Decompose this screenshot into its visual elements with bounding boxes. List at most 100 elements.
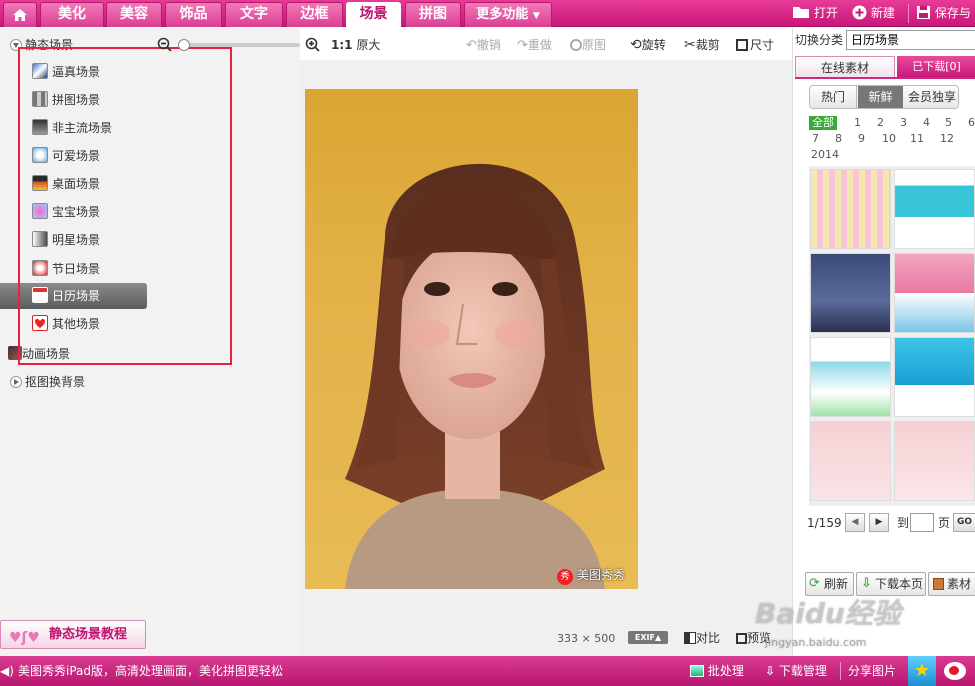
plus-circle-icon	[852, 5, 867, 20]
tab-decoration[interactable]: 饰品	[165, 2, 222, 27]
original-image-button[interactable]: 原图	[570, 37, 606, 53]
tab-collage[interactable]: 拼图	[405, 2, 461, 27]
zoom-slider-handle[interactable]	[178, 39, 190, 51]
filter-month[interactable]: 11	[910, 132, 924, 146]
original-size-button[interactable]: 1:1 原大	[331, 37, 380, 53]
image-dimensions: 333 × 500	[557, 632, 616, 645]
zoom-in-icon	[305, 37, 320, 52]
zoom-in-button[interactable]	[305, 37, 321, 57]
caret-down-icon: ▼	[532, 11, 540, 21]
share-image-button[interactable]: 分享图片	[848, 656, 896, 686]
prev-page-button[interactable]: ◀	[845, 513, 865, 532]
ratio-label: 1:1	[331, 38, 353, 52]
save-button[interactable]: 保存与	[916, 0, 975, 27]
matting-background-label: 抠图换背景	[25, 375, 86, 389]
filter-month[interactable]: 8	[835, 132, 842, 146]
meitu-badge-icon: 秀	[557, 569, 573, 585]
zoom-slider[interactable]	[178, 39, 300, 51]
tab-border[interactable]: 边框	[286, 2, 343, 27]
expand-arrow-icon	[10, 376, 22, 388]
goto-label: 到	[897, 516, 910, 530]
ad-banner-link[interactable]: 美图秀秀iPad版，高清处理画面，美化拼图更轻松	[18, 656, 283, 686]
home-icon	[13, 9, 27, 21]
rotate-icon: ⟲	[630, 37, 642, 53]
resize-button[interactable]: 尺寸	[736, 37, 774, 53]
qzone-star-icon[interactable]: ★	[908, 656, 936, 686]
filter-hot[interactable]: 热门	[810, 86, 857, 108]
download-icon: ⇩	[765, 664, 776, 678]
new-label: 新建	[870, 6, 895, 20]
open-button[interactable]: 打开	[792, 0, 848, 27]
filter-month[interactable]: 5	[945, 116, 952, 130]
site-watermark-url: jingyan.baidu.com	[765, 636, 867, 649]
filter-month[interactable]: 2	[877, 116, 884, 130]
home-tab[interactable]	[3, 2, 37, 27]
static-scene-tutorial-button[interactable]: ♥ʃ♥ 静态场景教程	[0, 620, 146, 649]
save-disk-icon	[917, 6, 930, 19]
portrait-illustration	[345, 163, 605, 589]
zoom-out-button[interactable]	[157, 37, 173, 57]
filter-month[interactable]: 1	[854, 116, 861, 130]
site-watermark-name: Baidu经验	[755, 597, 901, 630]
redo-button[interactable]: ↷重做	[517, 37, 552, 54]
thumbnail[interactable]	[894, 337, 975, 417]
go-button[interactable]: GO	[953, 513, 975, 532]
open-label: 打开	[813, 6, 838, 20]
tab-more-features[interactable]: 更多功能 ▼	[464, 2, 552, 27]
status-bar: ◀) 美图秀秀iPad版，高清处理画面，美化拼图更轻松 批处理 ⇩ 下载管理 分…	[0, 656, 975, 686]
tab-makeup[interactable]: 美容	[106, 2, 162, 27]
filter-member[interactable]: 会员独享	[904, 86, 958, 108]
category-switch-label: 切换分类	[795, 33, 844, 47]
resize-icon	[736, 39, 748, 51]
material-library-button[interactable]: 素材	[928, 572, 975, 596]
crop-button[interactable]: ✂裁剪	[684, 37, 720, 53]
filter-month[interactable]: 4	[923, 116, 930, 130]
thumbnail[interactable]	[810, 253, 891, 333]
filter-month[interactable]: 3	[900, 116, 907, 130]
material-panel: 切换分类 日历场景 在线素材 已下载[0] 热门 新鲜 会员独享 全部 1 2 …	[792, 28, 975, 656]
original-circle-icon	[570, 39, 582, 51]
redo-icon: ↷	[517, 38, 528, 53]
exif-button[interactable]: EXIF▲	[628, 631, 668, 644]
download-manager-button[interactable]: ⇩ 下载管理	[765, 656, 827, 686]
filter-month[interactable]: 7	[812, 132, 819, 146]
filter-new[interactable]: 新鲜	[858, 86, 903, 108]
filter-all[interactable]: 全部	[809, 116, 837, 130]
thumbnail-grid	[809, 166, 975, 506]
tab-beautify[interactable]: 美化	[40, 2, 104, 27]
next-page-button[interactable]: ▶	[869, 513, 889, 532]
thumbnail[interactable]	[810, 337, 891, 417]
undo-button[interactable]: ↶撤销	[466, 37, 501, 54]
filter-year[interactable]: 2014	[811, 148, 839, 162]
portrait-photo[interactable]: 秀 美图秀秀	[305, 89, 638, 589]
divider	[840, 662, 841, 680]
filter-month[interactable]: 12	[940, 132, 954, 146]
rotate-button[interactable]: ⟲旋转	[630, 37, 666, 53]
compare-icon	[684, 632, 696, 644]
tab-online-material[interactable]: 在线素材	[795, 56, 895, 78]
new-button[interactable]: 新建	[852, 0, 908, 27]
batch-process-button[interactable]: 批处理	[690, 656, 744, 686]
thumbnail[interactable]	[894, 253, 975, 333]
page-number-input[interactable]	[910, 513, 934, 532]
zoom-out-icon	[157, 37, 172, 52]
weibo-icon[interactable]	[940, 656, 970, 686]
tutorial-label: 静态场景教程	[49, 627, 128, 642]
batch-icon	[690, 665, 704, 677]
tab-downloaded[interactable]: 已下载[0]	[897, 56, 975, 78]
filter-month[interactable]: 10	[882, 132, 896, 146]
undo-icon: ↶	[466, 38, 477, 53]
category-select[interactable]: 日历场景	[846, 30, 975, 50]
filter-month[interactable]: 6	[968, 116, 975, 130]
page-unit-label: 页	[938, 516, 951, 530]
matting-background-group[interactable]: 抠图换背景	[10, 374, 85, 390]
thumbnail[interactable]	[894, 421, 975, 501]
tab-scene[interactable]: 场景	[346, 2, 401, 27]
filter-month[interactable]: 9	[858, 132, 865, 146]
save-label: 保存与	[934, 6, 971, 20]
thumbnail[interactable]	[810, 169, 891, 249]
thumbnail[interactable]	[810, 421, 891, 501]
tab-text[interactable]: 文字	[225, 2, 283, 27]
compare-button[interactable]: 对比	[684, 630, 720, 646]
thumbnail[interactable]	[894, 169, 975, 249]
